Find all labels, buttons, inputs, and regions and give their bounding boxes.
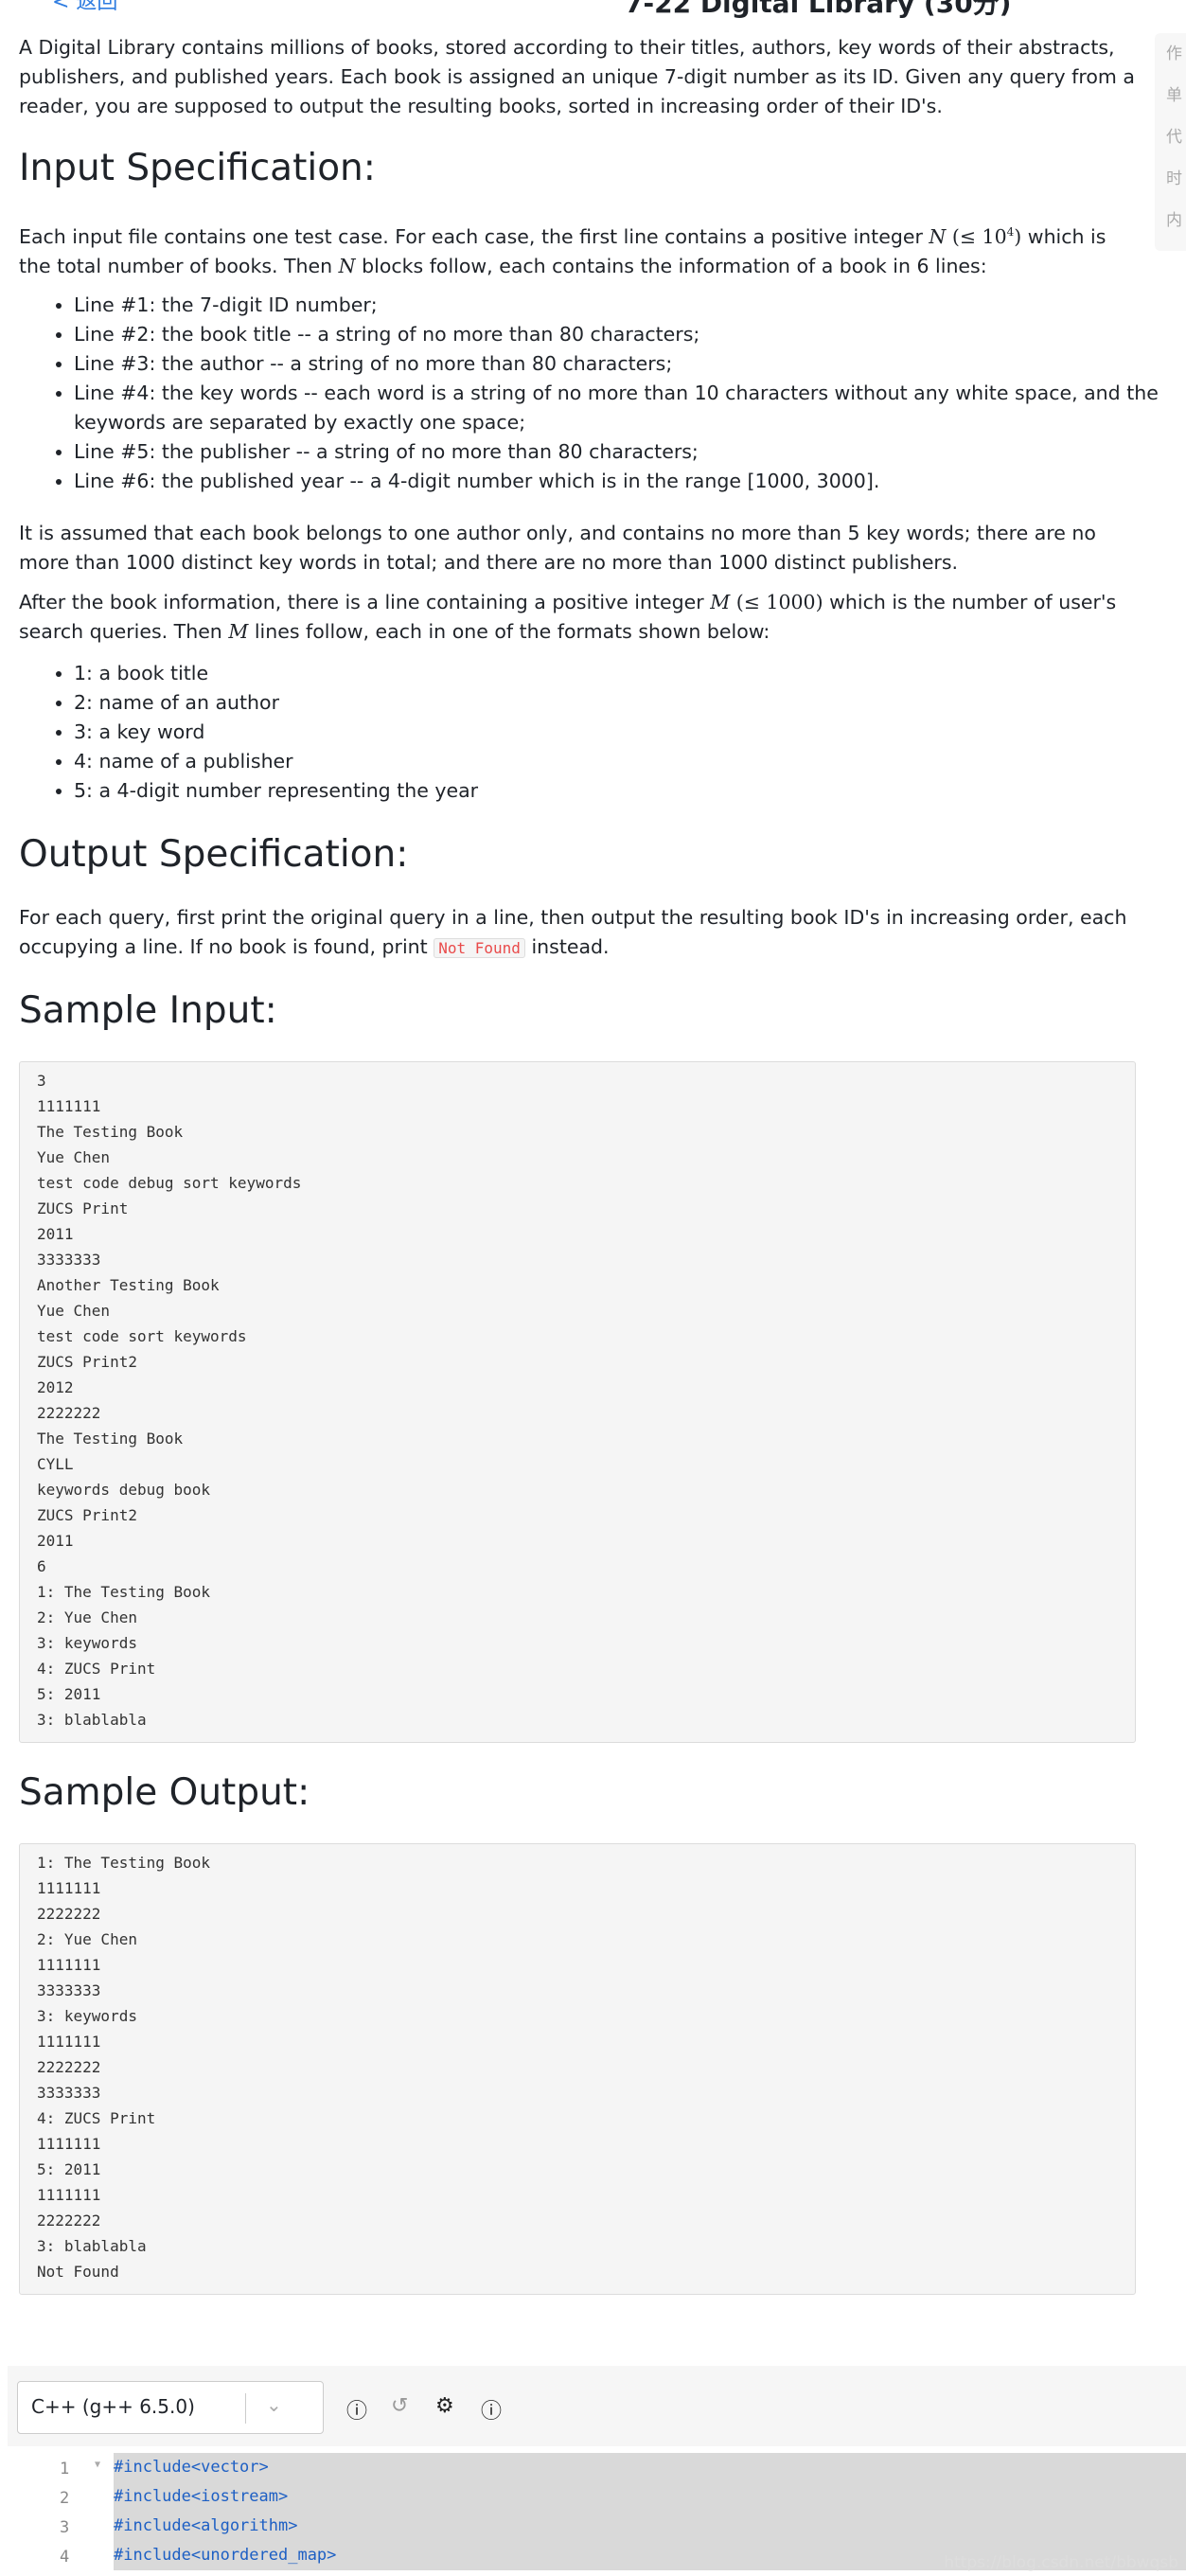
list-item: 2: name of an author	[74, 688, 1186, 718]
question-circle-icon[interactable]: ⓘ	[481, 2394, 502, 2425]
list-item: 3: a key word	[74, 718, 1186, 747]
math-bound: (≤ 104)	[951, 224, 1022, 248]
sample-output-heading: Sample Output:	[19, 1771, 310, 1814]
sample-input-heading: Sample Input:	[19, 989, 277, 1032]
history-icon[interactable]: ↺	[391, 2394, 408, 2418]
back-link[interactable]: < 返回	[52, 0, 117, 15]
watermark: https://blog.csdn.net/bbwqsb	[944, 2553, 1178, 2572]
output-spec-heading: Output Specification:	[19, 833, 409, 876]
math-n: N	[338, 254, 356, 277]
list-item: Line #1: the 7-digit ID number;	[74, 291, 1186, 320]
math-n: N	[929, 224, 947, 248]
text: After the book information, there is a l…	[19, 591, 711, 613]
code-line[interactable]: #include<iostream>	[114, 2482, 1186, 2512]
input-spec-heading: Input Specification:	[19, 147, 376, 189]
list-item: Line #5: the publisher -- a string of no…	[74, 437, 1186, 467]
side-item[interactable]: 内	[1155, 200, 1186, 241]
assumption-paragraph: It is assumed that each book belongs to …	[19, 522, 1096, 574]
language-value: C++ (g++ 6.5.0)	[31, 2395, 195, 2418]
intro-paragraph: A Digital Library contains millions of b…	[19, 36, 1135, 117]
side-item[interactable]: 时	[1155, 158, 1186, 200]
line-number: 4	[60, 2548, 70, 2567]
line-number: 2	[60, 2489, 70, 2508]
input-lines-list: Line #1: the 7-digit ID number; Line #2:…	[19, 291, 1186, 496]
input-spec-paragraph: Each input file contains one test case. …	[19, 218, 1136, 281]
not-found-code: Not Found	[434, 938, 525, 958]
list-item: Line #6: the published year -- a 4-digit…	[74, 467, 1186, 496]
math-m: M	[710, 591, 731, 613]
side-item[interactable]: 作	[1155, 33, 1186, 75]
queries-paragraph: After the book information, there is a l…	[19, 588, 1136, 647]
chevron-down-icon: ⌄	[266, 2393, 282, 2416]
query-format-list: 1: a book title 2: name of an author 3: …	[19, 659, 1186, 806]
text: Each input file contains one test case. …	[19, 224, 929, 248]
line-number: 1	[60, 2460, 70, 2478]
sample-input-block: 3 1111111 The Testing Book Yue Chen test…	[19, 1061, 1136, 1743]
editor-toolbar: C++ (g++ 6.5.0) ⌄ ⓘ ↺ ⚙ ⓘ	[8, 2366, 1186, 2447]
code-line[interactable]: #include<vector>	[114, 2453, 1186, 2482]
list-item: Line #4: the key words -- each word is a…	[74, 379, 1186, 437]
code-line[interactable]: #include<algorithm>	[114, 2512, 1186, 2541]
problem-title: 7-22 Digital Library (30分)	[625, 0, 1012, 19]
list-item: 1: a book title	[74, 659, 1186, 688]
list-item: Line #3: the author -- a string of no mo…	[74, 349, 1186, 379]
output-spec-paragraph: For each query, first print the original…	[19, 903, 1136, 963]
math-m: M	[228, 620, 249, 643]
gear-icon[interactable]: ⚙	[435, 2394, 454, 2418]
side-item[interactable]: 单	[1155, 75, 1186, 116]
text: blocks follow, each contains the informa…	[355, 254, 987, 277]
side-item[interactable]: 代	[1155, 116, 1186, 158]
math-bound: (≤ 1000)	[735, 591, 823, 613]
sample-output-block: 1: The Testing Book 1111111 2222222 2: Y…	[19, 1843, 1136, 2295]
text: lines follow, each in one of the formats…	[248, 620, 770, 643]
code-editor[interactable]: 1 ▼ 2 3 4 #include<vector> #include<iost…	[8, 2446, 1186, 2576]
text: instead.	[524, 935, 610, 958]
divider	[245, 2393, 246, 2424]
side-panel: 作 单 代 时 内	[1155, 33, 1186, 251]
list-item: Line #2: the book title -- a string of n…	[74, 320, 1186, 349]
list-item: 4: name of a publisher	[74, 747, 1186, 776]
list-item: 5: a 4-digit number representing the yea…	[74, 776, 1186, 806]
fold-arrow-icon[interactable]: ▼	[95, 2460, 114, 2470]
language-select[interactable]: C++ (g++ 6.5.0) ⌄	[17, 2381, 324, 2434]
exclamation-circle-icon[interactable]: ⓘ	[346, 2394, 367, 2425]
line-number: 3	[60, 2518, 70, 2537]
